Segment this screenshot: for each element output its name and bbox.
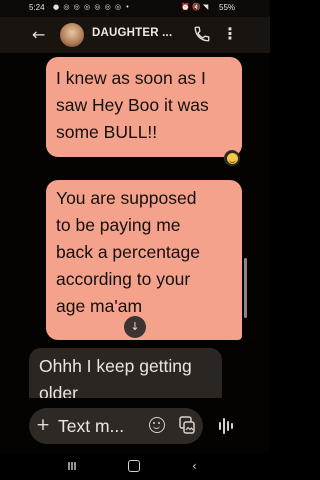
voice-wave-icon[interactable] bbox=[212, 413, 240, 439]
back-arrow-icon[interactable]: ← bbox=[32, 26, 48, 44]
message-line: age ma'am bbox=[56, 296, 143, 316]
message-line: to be paying me bbox=[56, 215, 181, 235]
scroll-to-bottom-icon[interactable]: ↓ bbox=[124, 316, 146, 338]
compose-bar: + Text m... bbox=[0, 398, 270, 453]
home-icon[interactable] bbox=[128, 460, 140, 472]
compose-field[interactable]: + Text m... bbox=[29, 408, 203, 444]
message-line: according to your bbox=[56, 269, 191, 289]
plus-icon[interactable]: + bbox=[35, 417, 51, 434]
phone-icon[interactable] bbox=[193, 25, 211, 43]
reaction-badge[interactable] bbox=[224, 150, 240, 166]
system-status-icons: ⏰ 🔇 ◥ bbox=[181, 3, 209, 11]
status-time: 5:24 bbox=[29, 3, 45, 12]
emoji-icon[interactable] bbox=[149, 417, 165, 433]
contact-name[interactable]: DAUGHTER ... bbox=[92, 27, 172, 39]
gallery-icon[interactable] bbox=[179, 416, 195, 434]
outgoing-message[interactable]: I knew as soon as I saw Hey Boo it was s… bbox=[46, 57, 242, 157]
scrollbar-thumb[interactable] bbox=[244, 258, 247, 318]
back-chevron-icon[interactable]: ‹ bbox=[192, 459, 197, 473]
more-options-icon[interactable]: ⋮ bbox=[222, 23, 238, 45]
message-list[interactable]: I knew as soon as I saw Hey Boo it was s… bbox=[0, 53, 270, 398]
outgoing-message[interactable]: You are supposed to be paying me back a … bbox=[46, 180, 242, 340]
message-line: You are supposed bbox=[56, 188, 197, 208]
status-bar: 5:24 ● ◎ ◎ ◎ ◎ ◎ ◎ • ⏰ 🔇 ◥ 55% bbox=[0, 0, 270, 17]
grinning-face-icon bbox=[226, 152, 238, 164]
battery-level: 55% bbox=[219, 3, 236, 12]
system-nav-bar: ‹ bbox=[0, 453, 270, 480]
notification-icons: ● ◎ ◎ ◎ ◎ ◎ ◎ • bbox=[53, 3, 131, 11]
incoming-message[interactable]: Ohhh I keep getting older bbox=[29, 348, 222, 398]
conversation-header: ← DAUGHTER ... ⋮ bbox=[0, 17, 270, 53]
message-input[interactable]: Text m... bbox=[58, 414, 124, 438]
recents-icon[interactable] bbox=[67, 461, 77, 471]
message-line: back a percentage bbox=[56, 242, 200, 262]
contact-avatar[interactable] bbox=[60, 23, 84, 47]
